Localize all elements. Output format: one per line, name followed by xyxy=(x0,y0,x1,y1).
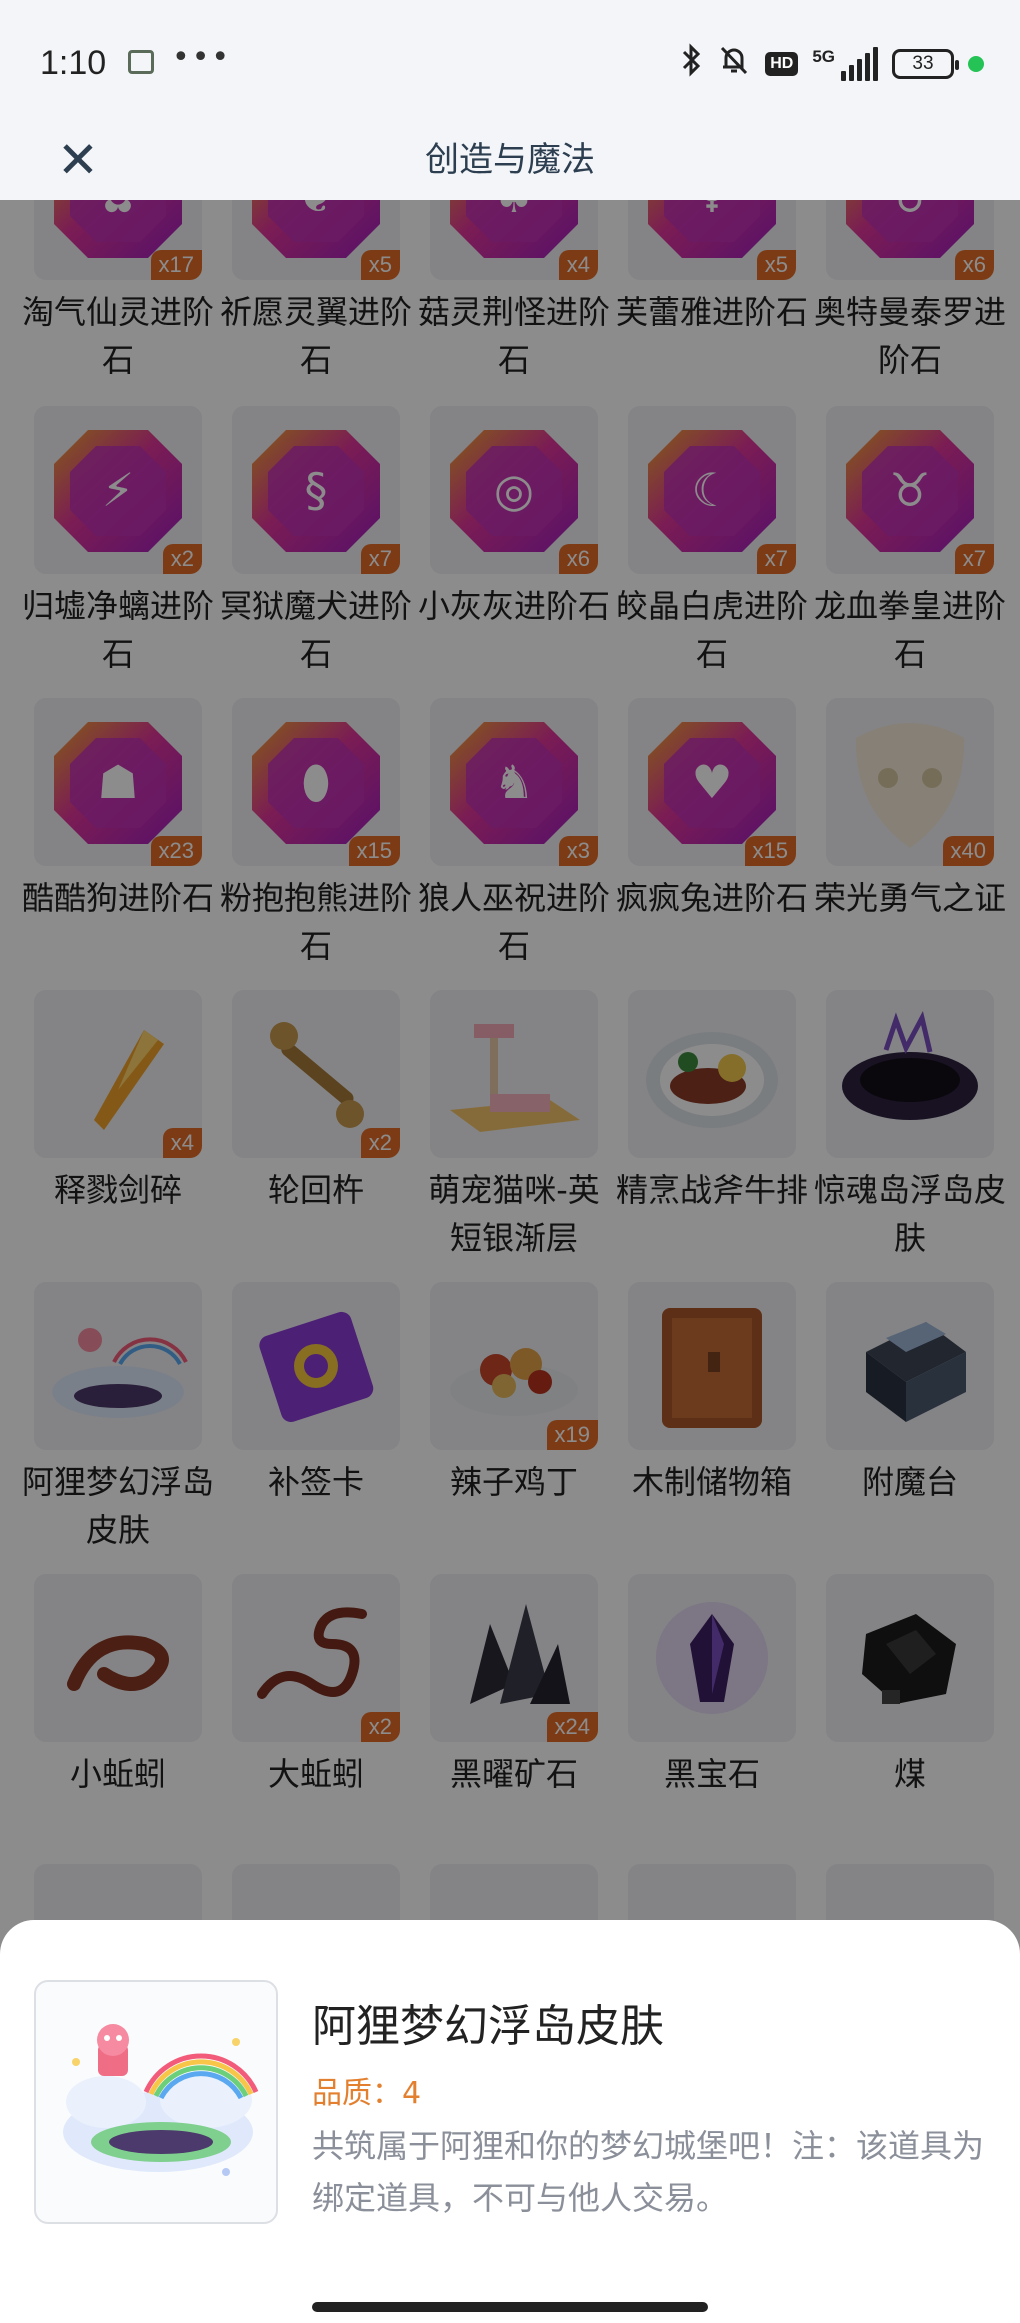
nav-bar: ✕ 创造与魔法 xyxy=(0,120,1020,200)
privacy-indicator-icon xyxy=(968,56,984,72)
item-detail-sheet: 阿狸梦幻浮岛皮肤 品质：4 共筑属于阿狸和你的梦幻城堡吧！注：该道具为绑定道具，… xyxy=(0,1920,1020,2323)
signal-icon: 5G xyxy=(812,47,878,81)
hd-voice-icon: HD xyxy=(765,52,799,76)
home-indicator[interactable] xyxy=(312,2302,708,2312)
detail-quality: 品质：4 xyxy=(312,2076,422,2111)
bluetooth-icon xyxy=(681,43,703,85)
page-title: 创造与魔法 xyxy=(425,140,595,180)
more-notifications-icon: ••• xyxy=(172,40,232,75)
gallery-notification-icon xyxy=(128,50,154,74)
battery-icon: 33 xyxy=(892,49,959,79)
detail-item-image xyxy=(34,1980,278,2224)
network-type: 5G xyxy=(812,47,835,66)
detail-title: 阿狸梦幻浮岛皮肤 xyxy=(312,2001,664,2052)
dream-island-icon xyxy=(63,2024,259,2176)
status-time: 1:10 xyxy=(40,44,107,82)
detail-description: 共筑属于阿狸和你的梦幻城堡吧！注：该道具为绑定道具，不可与他人交易。 xyxy=(312,2127,985,2217)
status-bar: 1:10 ••• HD 5G 33 xyxy=(0,0,1020,120)
mute-bell-icon xyxy=(717,43,751,85)
